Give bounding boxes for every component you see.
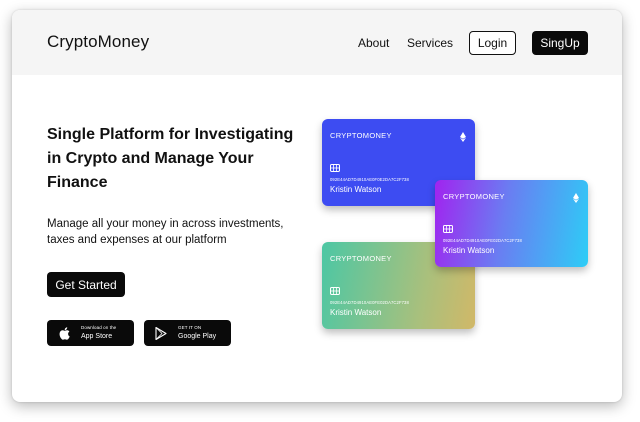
nav-services-link[interactable]: Services	[407, 36, 453, 50]
hero-title-line: Finance	[47, 174, 108, 191]
hero-title: Single Platform for Investigating in Cry…	[47, 123, 317, 195]
app-store-text: Download on the App Store	[81, 324, 117, 341]
logo[interactable]: CryptoMoney	[47, 32, 149, 52]
card-brand: CRYPTOMONEY	[443, 192, 505, 201]
card-holder: Kristin Watson	[330, 185, 382, 194]
card-holder: Kristin Watson	[330, 308, 382, 317]
get-started-button[interactable]: Get Started	[47, 272, 125, 297]
play-icon	[150, 320, 172, 346]
ethereum-icon	[460, 129, 466, 147]
crypto-card-purple: CRYPTOMONEY 092E44AD7D4910AE0FE02DA7C2F7…	[435, 180, 588, 267]
google-play-text: GET IT ON Google Play	[178, 324, 217, 341]
card-brand: CRYPTOMONEY	[330, 131, 392, 140]
card-brand: CRYPTOMONEY	[330, 254, 392, 263]
landing-page-window: CryptoMoney About Services Login SingUp …	[12, 10, 622, 402]
card-number: 092E44AD7D4910AE0FE02DA7C2F738	[330, 300, 409, 305]
header: CryptoMoney About Services Login SingUp	[12, 10, 622, 75]
hero-title-line: in Crypto and Manage Your	[47, 150, 254, 167]
hero-subtitle: Manage all your money in across investme…	[47, 216, 312, 248]
app-store-button[interactable]: Download on the App Store	[47, 320, 134, 346]
apple-icon	[53, 320, 75, 346]
card-number: 092E44AD7D4910AE0F0E2DA7C2F738	[330, 177, 409, 182]
nav-about-link[interactable]: About	[358, 36, 389, 50]
chip-icon	[330, 282, 340, 300]
google-play-label: Google Play	[178, 333, 217, 341]
ethereum-icon	[573, 190, 579, 208]
hero-subtitle-line: taxes and expenses at our platform	[47, 234, 227, 246]
chip-icon	[330, 159, 340, 177]
hero-title-line: Single Platform for Investigating	[47, 126, 294, 143]
app-store-caption: Download on the	[81, 324, 117, 330]
google-play-caption: GET IT ON	[178, 324, 202, 330]
signup-button[interactable]: SingUp	[532, 31, 588, 55]
login-button[interactable]: Login	[469, 31, 516, 55]
google-play-button[interactable]: GET IT ON Google Play	[144, 320, 231, 346]
card-number: 092E44AD7D4910AE0FE02DA7C2F738	[443, 238, 522, 243]
card-holder: Kristin Watson	[443, 246, 495, 255]
chip-icon	[443, 220, 453, 238]
hero-subtitle-line: Manage all your money in across investme…	[47, 218, 284, 230]
app-store-label: App Store	[81, 333, 113, 341]
